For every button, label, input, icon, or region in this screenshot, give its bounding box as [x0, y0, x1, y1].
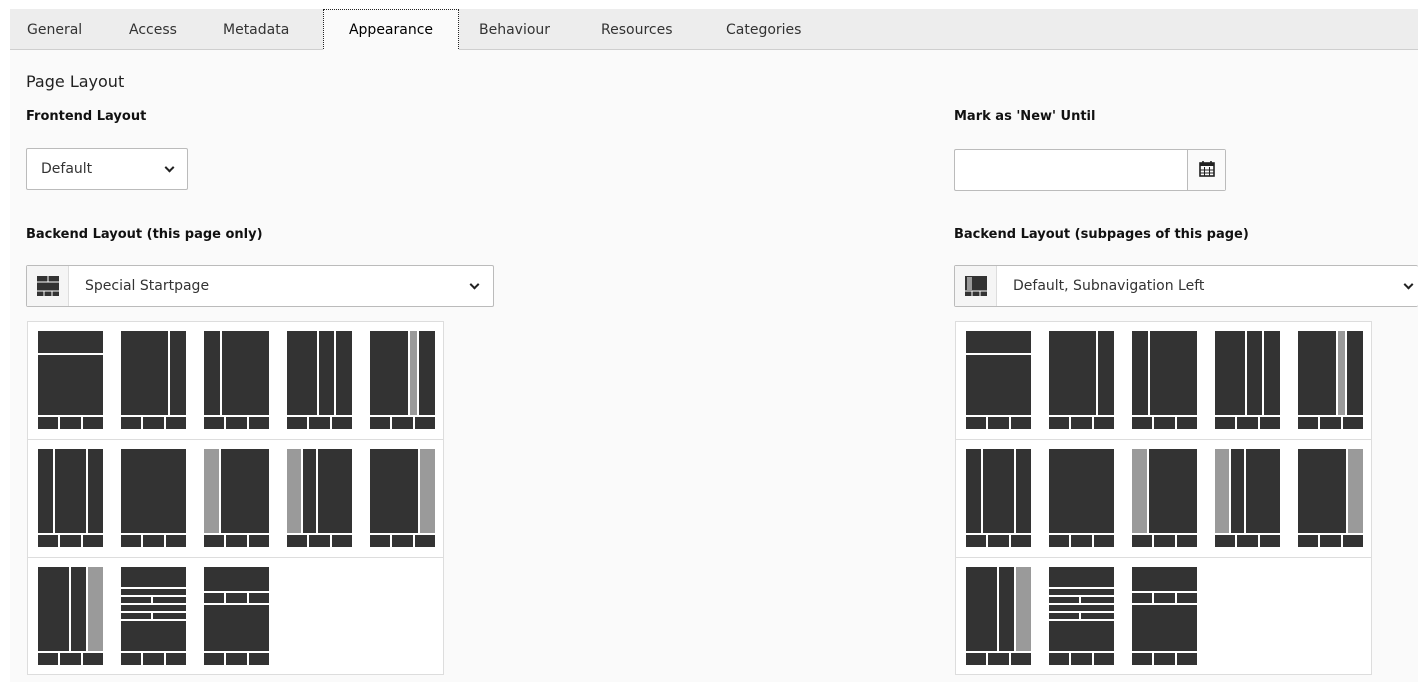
layout-thumbnail-icon: [1215, 449, 1280, 547]
layout-preview-icon: [955, 266, 997, 306]
tab-appearance[interactable]: Appearance: [323, 9, 459, 51]
layout-option[interactable]: [1298, 331, 1363, 429]
layout-grid-row: [28, 558, 443, 676]
layout-thumbnail-icon: [287, 449, 352, 547]
layout-thumbnail-icon: [38, 567, 103, 665]
layout-option[interactable]: [38, 449, 103, 547]
tab-access[interactable]: Access: [129, 9, 177, 50]
layout-grid-row: [28, 440, 443, 558]
chevron-down-icon: [1403, 279, 1414, 290]
layout-option[interactable]: [1298, 449, 1363, 547]
chevron-down-icon: [469, 279, 480, 290]
layout-option[interactable]: [966, 331, 1031, 429]
layout-option[interactable]: [1049, 331, 1114, 429]
layout-option[interactable]: [204, 567, 269, 665]
backend-layout-sub-label: Backend Layout (subpages of this page): [954, 227, 1249, 242]
layout-thumbnail-icon: [1132, 567, 1197, 665]
frontend-layout-value: Default: [41, 161, 93, 177]
layout-option[interactable]: [1132, 449, 1197, 547]
layout-thumbnail-icon: [1049, 567, 1114, 665]
layout-grid-row: [956, 322, 1371, 440]
layout-option[interactable]: [1049, 449, 1114, 547]
layout-option[interactable]: [204, 331, 269, 429]
layout-thumbnail-icon: [1132, 449, 1197, 547]
backend-layout-sub-value: Default, Subnavigation Left: [1013, 278, 1205, 294]
layout-grid-row: [956, 558, 1371, 676]
layout-grid-page: [27, 321, 444, 675]
calendar-icon: [1199, 161, 1215, 177]
layout-thumbnail-icon: [1298, 449, 1363, 547]
layout-option[interactable]: [370, 331, 435, 429]
layout-option[interactable]: [121, 567, 186, 665]
backend-layout-sub-select[interactable]: Default, Subnavigation Left: [954, 265, 1418, 307]
layout-thumbnail-icon: [287, 331, 352, 429]
backend-layout-page-value: Special Startpage: [85, 278, 210, 294]
layout-thumbnail-icon: [1132, 331, 1197, 429]
layout-option[interactable]: [287, 331, 352, 429]
layout-option[interactable]: [121, 449, 186, 547]
layout-thumbnail-icon: [966, 567, 1031, 665]
layout-thumbnail-icon: [1298, 331, 1363, 429]
layout-thumbnail-icon: [38, 331, 103, 429]
layout-option[interactable]: [1132, 331, 1197, 429]
layout-thumbnail-icon: [370, 449, 435, 547]
frontend-layout-label: Frontend Layout: [26, 109, 147, 124]
backend-layout-page-label: Backend Layout (this page only): [26, 227, 263, 242]
mark-new-field[interactable]: [954, 149, 1226, 191]
layout-option[interactable]: [121, 331, 186, 429]
layout-option[interactable]: [1215, 449, 1280, 547]
section-title: Page Layout: [26, 72, 125, 91]
layout-option[interactable]: [204, 449, 269, 547]
frontend-layout-select[interactable]: Default: [26, 148, 188, 190]
layout-grid-row: [28, 322, 443, 440]
tab-metadata[interactable]: Metadata: [223, 9, 289, 50]
tab-behaviour[interactable]: Behaviour: [479, 9, 550, 50]
layout-option[interactable]: [966, 449, 1031, 547]
layout-grid-row: [956, 440, 1371, 558]
chevron-down-icon: [164, 162, 175, 173]
tab-bar: General Access Metadata Appearance Behav…: [10, 9, 1418, 51]
layout-option[interactable]: [287, 449, 352, 547]
layout-thumbnail-icon: [204, 449, 269, 547]
layout-thumbnail-icon: [204, 331, 269, 429]
layout-thumbnail-icon: [1049, 331, 1114, 429]
layout-option[interactable]: [1049, 567, 1114, 665]
layout-thumbnail-icon: [966, 331, 1031, 429]
layout-option[interactable]: [1132, 567, 1197, 665]
layout-thumbnail-icon: [1215, 331, 1280, 429]
mark-new-input[interactable]: [955, 150, 1188, 190]
layout-thumbnail-icon: [204, 567, 269, 665]
tab-resources[interactable]: Resources: [601, 9, 673, 50]
mark-new-label: Mark as 'New' Until: [954, 109, 1096, 124]
layout-thumbnail-icon: [121, 331, 186, 429]
layout-option[interactable]: [1215, 331, 1280, 429]
calendar-button[interactable]: [1187, 150, 1225, 190]
layout-preview-icon: [27, 266, 69, 306]
layout-option[interactable]: [38, 567, 103, 665]
layout-thumbnail-icon: [1049, 449, 1114, 547]
backend-layout-page-select[interactable]: Special Startpage: [26, 265, 494, 307]
layout-thumbnail-icon: [38, 449, 103, 547]
layout-thumbnail-icon: [121, 567, 186, 665]
layout-grid-sub: [955, 321, 1372, 675]
layout-option[interactable]: [966, 567, 1031, 665]
tab-categories[interactable]: Categories: [726, 9, 801, 50]
layout-thumbnail-icon: [121, 449, 186, 547]
tab-general[interactable]: General: [27, 9, 82, 50]
layout-option[interactable]: [38, 331, 103, 429]
layout-thumbnail-icon: [966, 449, 1031, 547]
layout-option[interactable]: [370, 449, 435, 547]
layout-thumbnail-icon: [370, 331, 435, 429]
